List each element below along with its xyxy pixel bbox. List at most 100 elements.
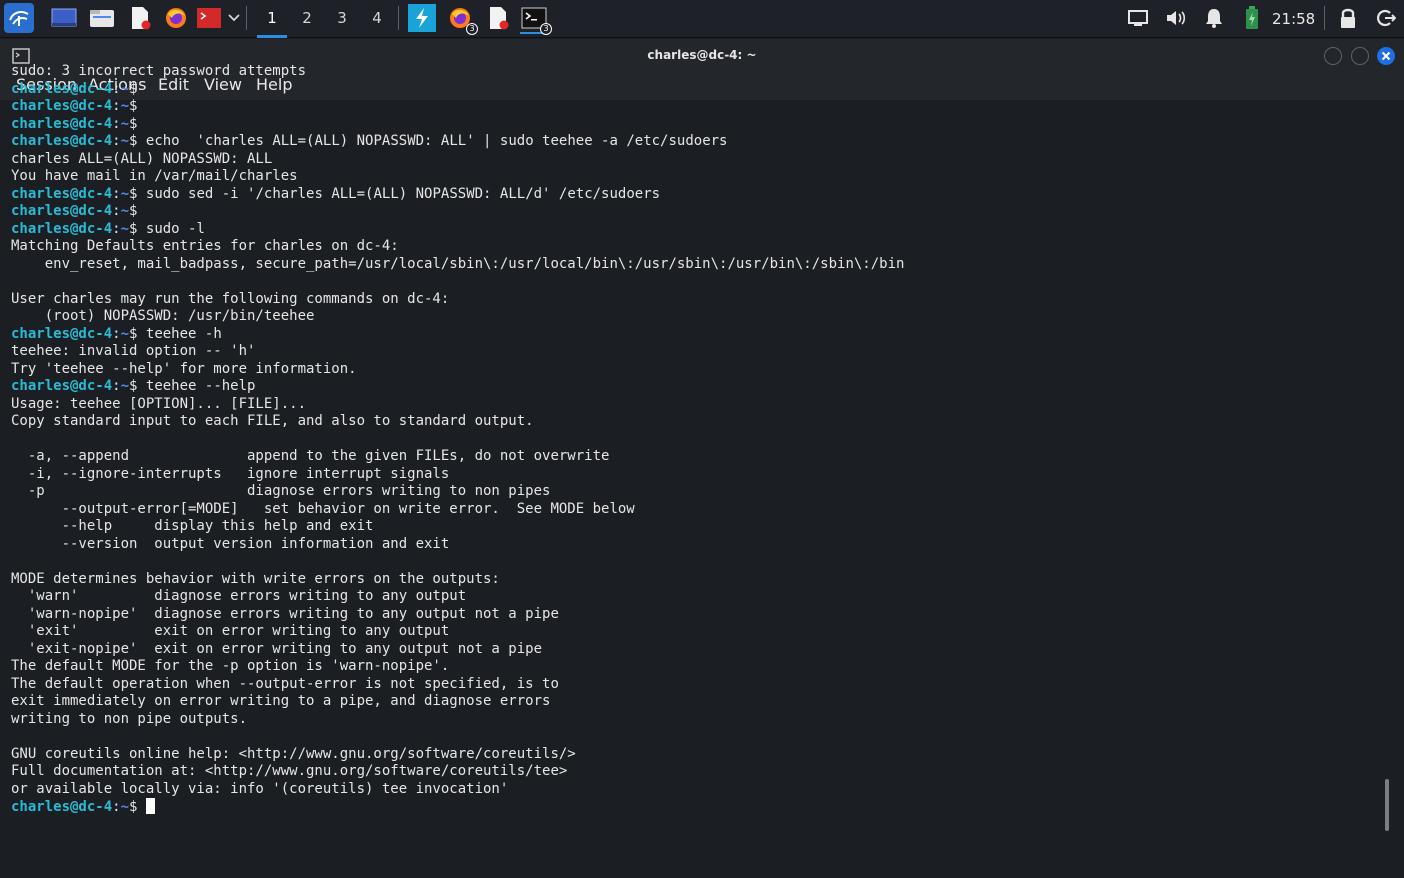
prompt-symbol: $ bbox=[129, 80, 138, 97]
command-text: teehee --help bbox=[137, 378, 256, 394]
text-editor-task-icon[interactable] bbox=[484, 4, 512, 32]
terminal-emulator-icon[interactable] bbox=[195, 4, 223, 32]
workspace-1[interactable]: 1 bbox=[257, 0, 287, 38]
prompt-user: charles@dc-4 bbox=[11, 325, 113, 342]
output-line: teehee: invalid option -- 'h' bbox=[11, 343, 256, 359]
prompt-user: charles@dc-4 bbox=[11, 115, 113, 132]
prompt-line: charles@dc-4:~$ echo 'charles ALL=(ALL) … bbox=[11, 133, 1381, 151]
prompt-user: charles@dc-4 bbox=[11, 98, 113, 114]
workspace-3[interactable]: 3 bbox=[327, 0, 357, 38]
terminal-task-icon[interactable]: 3 bbox=[520, 4, 552, 35]
prompt-line: charles@dc-4:~$ bbox=[11, 798, 1381, 816]
output-line: The default operation when --output-erro… bbox=[11, 675, 559, 692]
lock-icon[interactable] bbox=[1334, 4, 1362, 32]
text-cursor bbox=[145, 798, 155, 814]
command-text: teehee -h bbox=[137, 325, 222, 342]
logout-icon[interactable] bbox=[1372, 4, 1400, 32]
prompt-separator: : bbox=[112, 203, 121, 219]
prompt-line: charles@dc-4:~$ bbox=[11, 116, 1381, 134]
output-line: Copy standard input to each FILE, and al… bbox=[11, 413, 534, 429]
output-line: --output-error[=MODE] set behavior on wr… bbox=[11, 500, 635, 517]
output-line: -a, --append append to the given FILEs, … bbox=[11, 448, 610, 464]
prompt-dir: ~ bbox=[120, 133, 130, 149]
prompt-separator: : bbox=[112, 185, 121, 202]
output-line: exit immediately on error writing to a p… bbox=[11, 693, 551, 709]
firefox-icon[interactable] bbox=[162, 4, 190, 32]
prompt-line: charles@dc-4:~$ teehee -h bbox=[11, 326, 1381, 344]
terminal-window-count-badge: 3 bbox=[540, 23, 552, 35]
prompt-dir: ~ bbox=[120, 115, 130, 132]
workspace-2[interactable]: 2 bbox=[292, 0, 322, 38]
output-line: sudo: 3 incorrect password attempts bbox=[11, 63, 307, 79]
prompt-dir: ~ bbox=[120, 799, 130, 815]
prompt-line: charles@dc-4:~$ bbox=[11, 203, 1381, 221]
output-line: Try 'teehee --help' for more information… bbox=[11, 360, 357, 377]
output-line: Full documentation at: <http://www.gnu.o… bbox=[11, 763, 568, 779]
bolt-icon[interactable] bbox=[408, 4, 436, 32]
prompt-dir: ~ bbox=[120, 325, 130, 342]
show-desktop-icon[interactable] bbox=[50, 4, 78, 32]
prompt-dir: ~ bbox=[120, 203, 130, 219]
prompt-user: charles@dc-4 bbox=[11, 133, 113, 149]
workspace-4[interactable]: 4 bbox=[362, 0, 392, 38]
output-line: --help display this help and exit bbox=[11, 518, 374, 534]
output-line: -p diagnose errors writing to non pipes bbox=[11, 483, 551, 499]
prompt-symbol: $ bbox=[129, 98, 138, 114]
output-line: You have mail in /var/mail/charles bbox=[11, 168, 298, 184]
panel-separator bbox=[1324, 6, 1325, 30]
command-text: echo 'charles ALL=(ALL) NOPASSWD: ALL' |… bbox=[137, 133, 728, 149]
prompt-separator: : bbox=[112, 98, 121, 114]
prompt-line: charles@dc-4:~$ teehee --help bbox=[11, 378, 1381, 396]
prompt-separator: : bbox=[112, 799, 121, 815]
output-line: MODE determines behavior with write erro… bbox=[11, 570, 500, 587]
prompt-separator: : bbox=[112, 133, 121, 149]
output-line: User charles may run the following comma… bbox=[11, 290, 450, 307]
output-line: Usage: teehee [OPTION]... [FILE]... bbox=[11, 395, 307, 412]
panel-separator bbox=[398, 6, 399, 30]
prompt-separator: : bbox=[112, 115, 121, 132]
prompt-user: charles@dc-4 bbox=[11, 220, 113, 237]
output-line: charles ALL=(ALL) NOPASSWD: ALL bbox=[11, 150, 273, 167]
text-editor-icon[interactable] bbox=[126, 4, 154, 32]
battery-icon[interactable] bbox=[1238, 4, 1266, 32]
prompt-symbol: $ bbox=[129, 203, 138, 219]
output-line: writing to non pipe outputs. bbox=[11, 710, 248, 727]
scrollbar[interactable] bbox=[1385, 779, 1389, 831]
prompt-line: charles@dc-4:~$ sudo -l bbox=[11, 221, 1381, 239]
firefox-window-count-badge: 3 bbox=[466, 23, 478, 35]
firefox-task-icon[interactable]: 3 bbox=[446, 4, 478, 35]
prompt-user: charles@dc-4 bbox=[11, 80, 113, 97]
prompt-line: charles@dc-4:~$ sudo sed -i '/charles AL… bbox=[11, 186, 1381, 204]
output-line: env_reset, mail_badpass, secure_path=/us… bbox=[11, 255, 905, 272]
output-line: or available locally via: info '(coreuti… bbox=[11, 780, 509, 797]
volume-icon[interactable] bbox=[1162, 4, 1190, 32]
screen-icon[interactable] bbox=[1124, 4, 1152, 32]
prompt-line: charles@dc-4:~$ bbox=[11, 98, 1381, 116]
panel-separator bbox=[246, 6, 247, 30]
prompt-separator: : bbox=[112, 220, 121, 237]
output-line: 'warn' diagnose errors writing to any ou… bbox=[11, 588, 467, 604]
output-line: 'warn-nopipe' diagnose errors writing to… bbox=[11, 605, 559, 622]
output-line: 'exit-nopipe' exit on error writing to a… bbox=[11, 640, 543, 657]
kali-menu-icon[interactable] bbox=[4, 3, 34, 33]
top-panel: 3 3 21:58 1234 bbox=[0, 0, 1404, 38]
prompt-dir: ~ bbox=[120, 80, 130, 97]
bell-icon[interactable] bbox=[1200, 4, 1228, 32]
file-manager-icon[interactable] bbox=[88, 4, 116, 32]
command-text bbox=[137, 799, 145, 815]
prompt-dir: ~ bbox=[120, 220, 130, 237]
output-line: 'exit' exit on error writing to any outp… bbox=[11, 623, 450, 639]
output-line: GNU coreutils online help: <http://www.g… bbox=[11, 745, 576, 762]
prompt-dir: ~ bbox=[120, 378, 130, 394]
terminal-output[interactable]: sudo: 3 incorrect password attempts charl… bbox=[11, 63, 1381, 837]
prompt-line: charles@dc-4:~$ bbox=[11, 81, 1381, 99]
chevron-down-icon[interactable] bbox=[224, 4, 244, 32]
output-line: (root) NOPASSWD: /usr/bin/teehee bbox=[11, 308, 315, 324]
command-text: sudo -l bbox=[137, 220, 205, 237]
prompt-symbol: $ bbox=[129, 115, 138, 132]
clock[interactable]: 21:58 bbox=[1272, 0, 1315, 38]
prompt-separator: : bbox=[112, 325, 121, 342]
